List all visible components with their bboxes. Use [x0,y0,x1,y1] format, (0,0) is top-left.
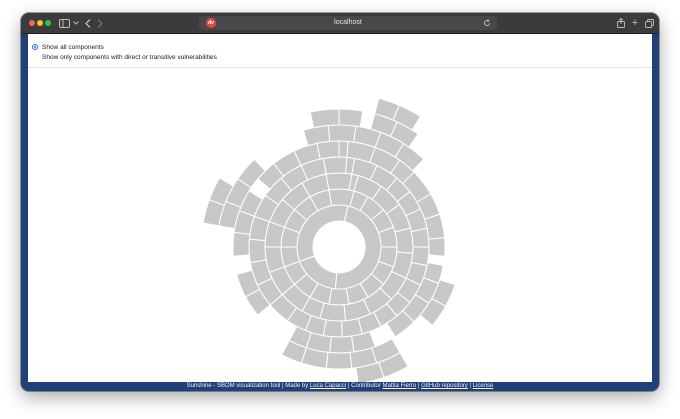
forward-arrow-icon[interactable] [94,16,106,30]
sunburst-segment[interactable] [328,188,355,208]
sunburst-chart [28,68,652,385]
show-vulnerable-option[interactable]: Show only components with direct or tran… [32,52,217,62]
footer-prefix: Sunshine - SBOM visualization tool | Mad… [186,383,310,389]
show-all-label: Show all components [42,43,104,51]
github-repository-link[interactable]: GitHub repository [421,383,468,389]
sunburst-segment[interactable] [322,156,348,175]
sunburst-segment[interactable] [394,227,414,254]
show-all-option[interactable]: Show all components [32,42,104,52]
sunburst-svg [202,97,456,385]
filter-options: Show all components Show only components… [28,34,652,68]
close-window-button[interactable] [29,20,35,26]
sunburst-segment[interactable] [410,227,430,248]
address-bar[interactable]: dv localhost [199,16,497,30]
sunburst-segment[interactable] [327,124,357,143]
sunburst-segment[interactable] [338,108,364,128]
browser-window: dv localhost + Show all components Show … [21,13,659,391]
sunburst-segment[interactable] [309,108,340,129]
sunburst-segment[interactable] [428,237,446,257]
show-vulnerable-radio[interactable] [32,54,38,60]
share-icon[interactable] [615,16,627,30]
sunburst-segment[interactable] [328,287,350,306]
browser-toolbar: dv localhost + [21,13,659,34]
footer-contributor-prefix: | Contributor [346,383,383,389]
zoom-window-button[interactable] [45,20,51,26]
sunburst-segment[interactable] [316,140,340,160]
author-link[interactable]: Luca Capacci [310,383,346,389]
sidebar-toggle-icon[interactable] [57,16,71,30]
sunburst-segment[interactable] [232,231,251,257]
reload-icon[interactable] [481,16,493,30]
sunburst-segment[interactable] [325,351,353,370]
sunburst-segment[interactable] [248,238,267,264]
new-tab-icon[interactable]: + [629,16,641,30]
back-arrow-icon[interactable] [82,16,94,30]
sunburst-segment[interactable] [341,317,363,338]
tab-overview-icon[interactable] [643,16,655,30]
contributor-link[interactable]: Mattia Fierro [383,383,417,389]
show-all-radio[interactable] [32,44,38,50]
footer: Sunshine - SBOM visualization tool | Mad… [21,382,659,391]
address-bar-url: localhost [334,19,362,26]
minimize-window-button[interactable] [37,20,43,26]
sunburst-segment[interactable] [325,172,353,191]
page-content: Show all components Show only components… [28,34,652,385]
chevron-down-icon[interactable] [72,16,80,30]
sunburst-segment[interactable] [329,335,355,354]
show-vulnerable-label: Show only components with direct or tran… [42,53,217,61]
license-link[interactable]: License [473,383,494,389]
